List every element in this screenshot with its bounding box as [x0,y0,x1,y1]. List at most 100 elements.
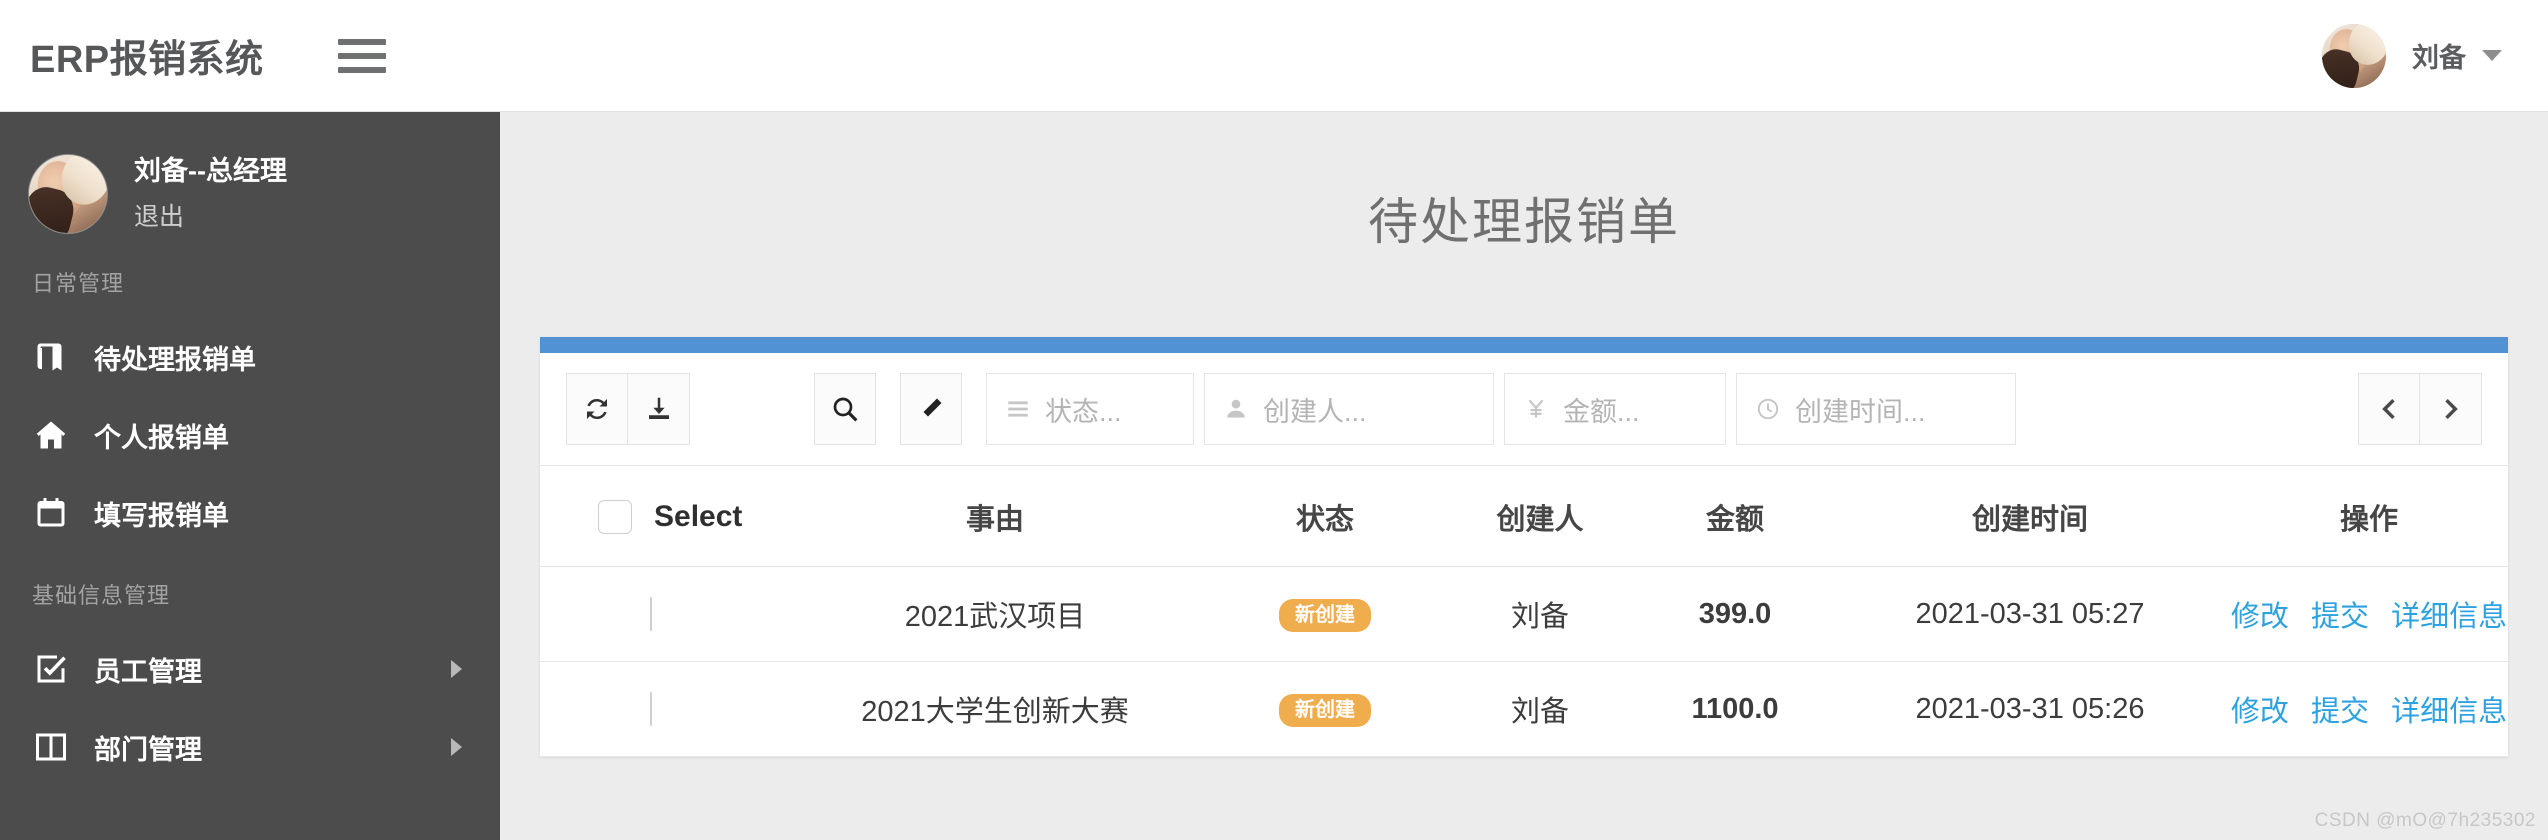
table-toolbar: 状态... 创建人... 金额... 创建时间... [540,353,2508,466]
sidebar-user-name: 刘备--总经理 [134,156,287,187]
table-header: Select 事由 状态 创建人 金额 创建时间 操作 [540,466,2508,567]
sidebar-item-label: 待处理报销单 [94,344,256,375]
table-row[interactable]: 2021大学生创新大赛 新创建 刘备 1100.0 2021-03-31 05:… [540,661,2508,757]
chevron-right-icon [2438,396,2464,422]
user-menu-label: 刘备 [2412,43,2466,73]
chevron-down-icon[interactable] [2482,50,2502,61]
row-checkbox[interactable] [650,596,652,631]
clock-icon [1755,396,1781,422]
calendar-icon [32,494,70,532]
avatar [2322,23,2386,88]
reimbursement-table: Select 事由 状态 创建人 金额 创建时间 操作 2021武汉项目 新创建… [540,466,2508,757]
book-icon [32,338,70,376]
sidebar-section-basic-info-label: 基础信息管理 [32,583,171,608]
hamburger-icon[interactable] [337,38,386,73]
details-link[interactable]: 详细信息 [2391,696,2507,728]
refresh-button[interactable] [566,373,628,445]
creator-filter-placeholder: 创建人... [1263,396,1367,427]
reimbursement-panel: 状态... 创建人... 金额... 创建时间... Select 事由 状态 … [540,337,2508,757]
edit-link[interactable]: 修改 [2231,696,2289,728]
sidebar-item-label: 员工管理 [94,656,202,687]
row-checkbox[interactable] [650,691,652,726]
row-amount: 1100.0 [1640,661,1830,757]
sidebar-section-daily-label: 日常管理 [32,271,125,296]
table-header-amount: 金额 [1640,466,1830,567]
sidebar: 刘备--总经理 退出 日常管理 待处理报销单 个人报销单 填写报销单 基础信息管… [0,112,500,840]
sidebar-item-personal-reimbursements[interactable]: 个人报销单 [0,396,500,474]
row-reason: 2021大学生创新大赛 [780,661,1210,757]
chevron-right-icon [451,660,462,678]
download-icon [644,394,674,424]
check-circle-icon [32,650,70,688]
table-header-reason: 事由 [780,466,1210,567]
row-creator: 刘备 [1440,661,1640,757]
table-header-status: 状态 [1210,466,1440,567]
row-actions: 修改 提交 详细信息 [2230,566,2508,662]
status-badge: 新创建 [1279,694,1371,727]
toolbar-search-buttons [814,373,876,445]
user-icon [1223,396,1249,422]
home-icon [32,416,70,454]
logout-link[interactable]: 退出 [134,197,287,233]
submit-link[interactable]: 提交 [2311,696,2369,728]
row-reason: 2021武汉项目 [780,566,1210,662]
sidebar-item-create-reimbursement[interactable]: 填写报销单 [0,474,500,552]
status-badge: 新创建 [1279,599,1371,632]
sidebar-item-label: 部门管理 [94,734,202,765]
sidebar-item-pending-reimbursements[interactable]: 待处理报销单 [0,318,500,396]
row-status-cell: 新创建 [1210,566,1440,662]
row-status-cell: 新创建 [1210,661,1440,757]
toolbar-left-buttons [566,373,690,445]
columns-icon [32,728,70,766]
app-brand-title: ERP报销系统 [30,39,264,81]
pagination-controls [2358,373,2482,445]
status-filter-label: 状态... [1045,396,1122,427]
edit-link[interactable]: 修改 [2231,601,2289,633]
row-created-at: 2021-03-31 05:26 [1830,661,2230,757]
chevron-right-icon [451,738,462,756]
toolbar-clear-buttons [900,373,962,445]
created-time-filter-placeholder: 创建时间... [1795,396,1926,427]
list-icon [1005,396,1031,422]
panel-accent-bar [540,337,2508,353]
row-creator: 刘备 [1440,566,1640,662]
amount-filter-input[interactable]: 金额... [1504,373,1726,445]
creator-filter-input[interactable]: 创建人... [1204,373,1494,445]
app-root: ERP报销系统 刘备 刘备--总经理 退出 日常管理 待处理报销单 个人报销单 … [0,0,2548,840]
table-header-actions: 操作 [2230,466,2508,567]
download-button[interactable] [628,373,690,445]
table-header-select: Select [540,466,780,567]
table-header-row: Select 事由 状态 创建人 金额 创建时间 操作 [540,466,2508,567]
search-button[interactable] [814,373,876,445]
main-content: 待处理报销单 状态... 创建人... 金额... 创建时间... Select… [500,112,2548,840]
row-actions: 修改 提交 详细信息 [2230,661,2508,757]
table-header-select-label: Select [654,500,743,533]
select-all-checkbox[interactable] [598,500,632,534]
table-row[interactable]: 2021武汉项目 新创建 刘备 399.0 2021-03-31 05:27 修… [540,566,2508,662]
submit-link[interactable]: 提交 [2311,601,2369,633]
created-time-filter-input[interactable]: 创建时间... [1736,373,2016,445]
details-link[interactable]: 详细信息 [2391,601,2507,633]
row-select-cell [540,566,780,662]
refresh-icon [582,394,612,424]
next-page-button[interactable] [2420,373,2482,445]
row-select-cell [540,661,780,757]
previous-page-button[interactable] [2358,373,2420,445]
user-menu[interactable]: 刘备 [2322,23,2502,88]
table-header-creator: 创建人 [1440,466,1640,567]
watermark: CSDN @mO@7h235302 [2314,810,2536,831]
sidebar-item-department-management[interactable]: 部门管理 [0,708,500,786]
sidebar-avatar [28,154,108,234]
amount-filter-placeholder: 金额... [1563,396,1640,427]
sidebar-item-employee-management[interactable]: 员工管理 [0,630,500,708]
table-header-created: 创建时间 [1830,466,2230,567]
chevron-left-icon [2376,396,2402,422]
yen-icon [1523,396,1549,422]
search-icon [829,393,861,425]
eraser-icon [916,394,946,424]
status-filter-select[interactable]: 状态... [986,373,1194,445]
sidebar-item-label: 个人报销单 [94,422,229,453]
sidebar-item-label: 填写报销单 [94,500,229,531]
sidebar-user-block: 刘备--总经理 退出 [0,112,500,240]
clear-filters-button[interactable] [900,373,962,445]
